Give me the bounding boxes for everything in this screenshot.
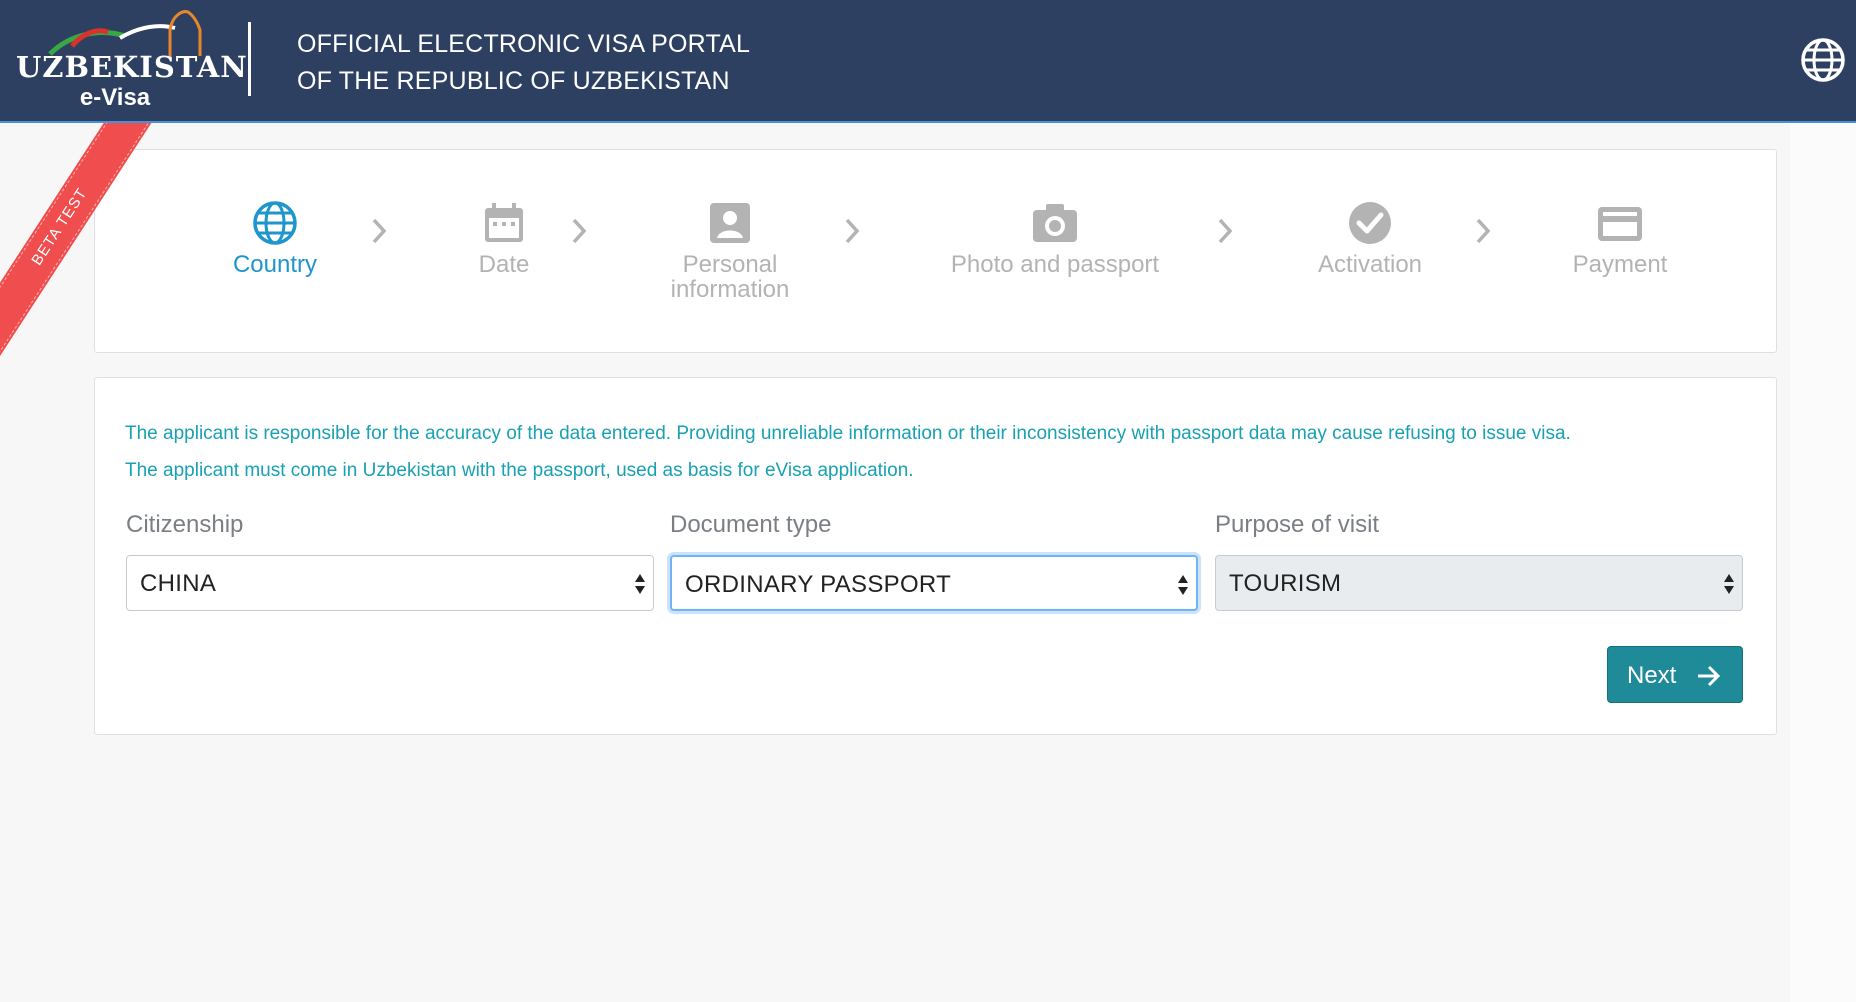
calendar-icon <box>485 203 523 242</box>
next-button-label: Next <box>1627 662 1677 689</box>
check-circle-icon <box>1349 202 1391 244</box>
step-label-line2: information <box>670 276 790 303</box>
document-type-select[interactable]: ORDINARY PASSPORT <box>670 555 1198 611</box>
document-type-value: ORDINARY PASSPORT <box>685 571 952 598</box>
portal-title-line2: OF THE REPUBLIC OF UZBEKISTAN <box>297 67 730 95</box>
uzbekistan-evisa-logo[interactable]: UZBEKISTAN e-Visa <box>10 6 248 116</box>
credit-card-icon <box>1598 207 1642 241</box>
chevron-right-icon <box>372 218 387 244</box>
purpose-of-visit-select[interactable]: TOURISM <box>1215 555 1743 611</box>
logo-wordmark: UZBEKISTAN <box>16 50 248 84</box>
select-arrows-icon <box>1724 574 1734 594</box>
step-label: Payment <box>1572 251 1668 278</box>
progress-steps: Country Date Personal information Photo … <box>94 149 1777 353</box>
select-arrows-icon <box>635 574 645 594</box>
step-personal-information[interactable]: Personal information <box>630 200 830 302</box>
globe-icon <box>1801 38 1845 82</box>
citizenship-select[interactable]: CHINA <box>126 555 654 611</box>
citizenship-label: Citizenship <box>126 511 244 538</box>
logo-subtitle: e-Visa <box>79 84 151 111</box>
chevron-right-icon <box>1218 218 1233 244</box>
step-label: Photo and passport <box>950 251 1160 278</box>
language-switcher[interactable] <box>1800 37 1846 83</box>
document-type-label: Document type <box>670 511 832 538</box>
visa-application-form: The applicant is responsible for the acc… <box>94 377 1777 735</box>
citizenship-value: CHINA <box>140 570 217 597</box>
step-date[interactable]: Date <box>444 200 564 277</box>
applicant-notice: The applicant is responsible for the acc… <box>125 415 1745 489</box>
purpose-of-visit-value: TOURISM <box>1229 570 1342 597</box>
notice-line1: The applicant is responsible for the acc… <box>125 423 1571 444</box>
step-label: Country <box>232 251 318 278</box>
purpose-of-visit-label: Purpose of visit <box>1215 511 1380 538</box>
notice-line2: The applicant must come in Uzbekistan wi… <box>125 460 914 481</box>
step-country[interactable]: Country <box>205 200 345 277</box>
person-icon <box>710 203 750 243</box>
chevron-right-icon <box>845 218 860 244</box>
step-payment[interactable]: Payment <box>1550 200 1690 277</box>
portal-title-line1: OFFICIAL ELECTRONIC VISA PORTAL <box>297 30 751 58</box>
step-label: Date <box>478 251 530 278</box>
step-activation[interactable]: Activation <box>1285 200 1455 277</box>
step-label-line1: Personal <box>682 251 778 278</box>
portal-title: OFFICIAL ELECTRONIC VISA PORTAL OF THE R… <box>297 26 750 100</box>
chevron-right-icon <box>572 218 587 244</box>
globe-icon <box>253 201 297 245</box>
next-button[interactable]: Next <box>1607 646 1743 703</box>
chevron-right-icon <box>1476 218 1491 244</box>
step-photo-and-passport[interactable]: Photo and passport <box>915 200 1195 277</box>
page-gutter <box>1790 123 1856 1002</box>
step-label: Activation <box>1317 251 1423 278</box>
site-header: UZBEKISTAN e-Visa OFFICIAL ELECTRONIC VI… <box>0 0 1856 123</box>
camera-icon <box>1033 204 1077 242</box>
header-divider <box>248 22 251 96</box>
select-arrows-icon <box>1178 575 1188 595</box>
arrow-right-icon <box>1698 665 1721 687</box>
